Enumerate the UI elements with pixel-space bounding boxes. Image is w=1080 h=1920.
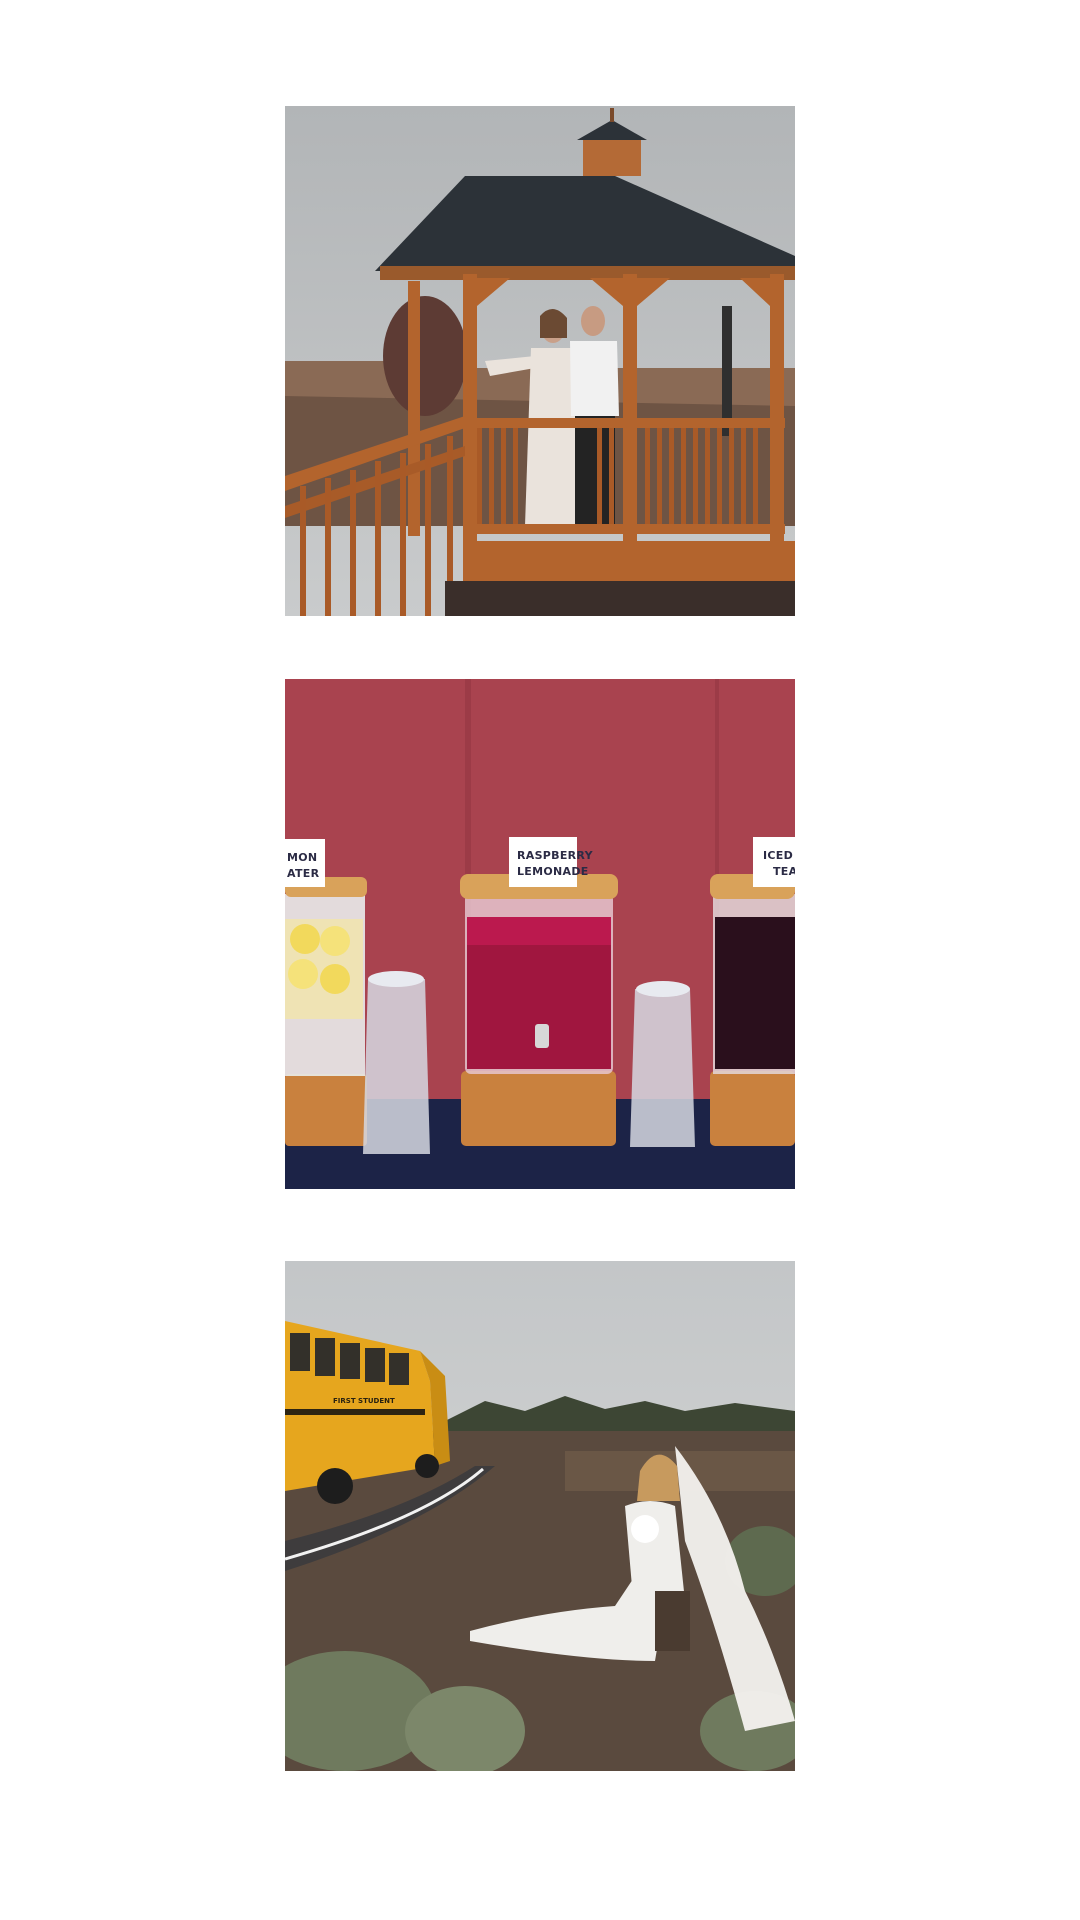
iced-tea-dispenser <box>710 874 795 1146</box>
page: { "photos": [ {"subject": "couple-in-gaz… <box>0 0 1080 1920</box>
bus-side-text: FIRST STUDENT <box>333 1397 395 1405</box>
dispensers-scene: MON ATER RASPBERRY LEMONADE ICED TEA <box>285 679 795 1189</box>
drink-dispensers-photo: MON ATER RASPBERRY LEMONADE ICED TEA <box>285 679 795 1189</box>
bride-bus-photo: FIRST STUDENT <box>285 1261 795 1771</box>
raspberry-lemonade-label-line2: LEMONADE <box>517 865 589 878</box>
gazebo-cupola <box>583 138 641 176</box>
bouquet <box>631 1515 659 1543</box>
gazebo-deck <box>463 541 795 581</box>
tree <box>383 296 467 416</box>
iced-tea-label-line1: ICED <box>763 849 793 862</box>
iced-tea-label-line2: TEA <box>773 865 795 878</box>
bride-scene: FIRST STUDENT <box>285 1261 795 1771</box>
raspberry-lemonade-label <box>509 837 577 887</box>
gazebo-scene <box>285 106 795 616</box>
lemon-water-label-line1: MON <box>287 851 317 864</box>
raspberry-lemonade-dispenser <box>460 874 618 1146</box>
cup-stack-right <box>630 981 695 1147</box>
lemon-water-label-line2: ATER <box>287 867 320 880</box>
cup-stack-left <box>363 971 430 1154</box>
iced-tea-label <box>753 837 795 887</box>
lemon-water-dispenser <box>285 877 367 1146</box>
gazebo-couple-photo <box>285 106 795 616</box>
raspberry-lemonade-label-line1: RASPBERRY <box>517 849 594 862</box>
